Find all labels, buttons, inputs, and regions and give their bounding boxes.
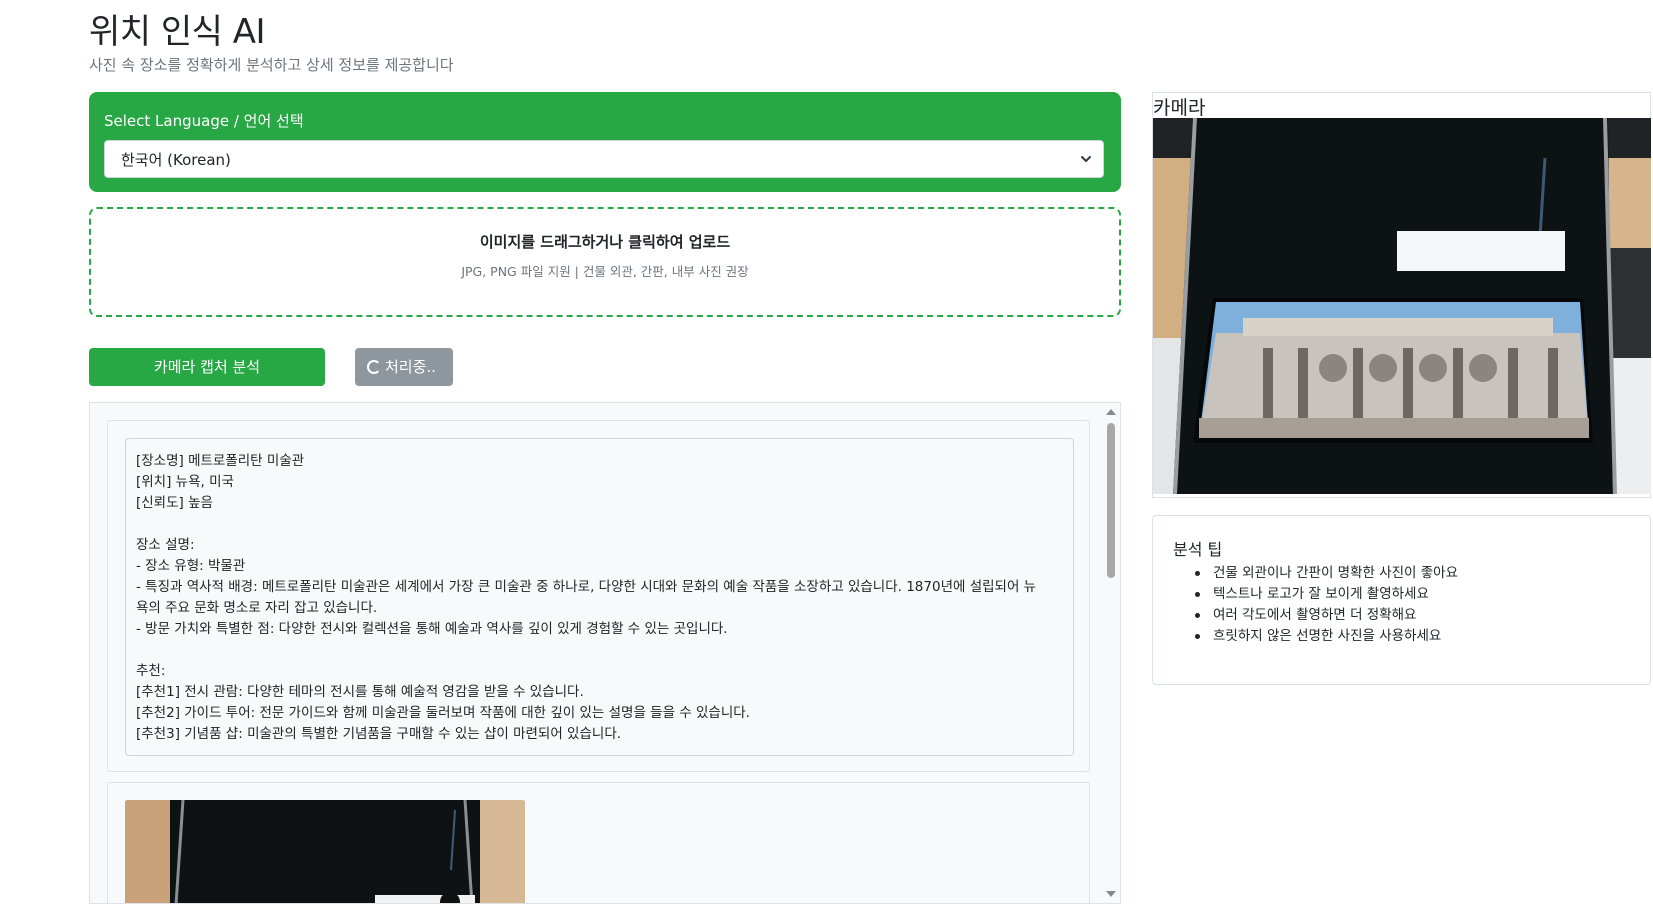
captured-image-card — [107, 782, 1090, 903]
result-gap — [136, 514, 1063, 535]
results-scrollbar[interactable] — [1104, 403, 1118, 903]
result-line: [장소명] 메트로폴리탄 미술관 — [136, 453, 305, 469]
scroll-up-icon[interactable] — [1106, 409, 1116, 415]
camera-capture-button[interactable]: 카메라 캡처 분석 — [89, 348, 325, 386]
scroll-down-icon[interactable] — [1106, 891, 1116, 897]
tips-card: 분석 팁 건물 외관이나 간판이 명확한 사진이 좋아요 텍스트나 로고가 잘 … — [1152, 515, 1651, 685]
language-label: Select Language / 언어 선택 — [104, 112, 304, 130]
tips-list: 건물 외관이나 간판이 명확한 사진이 좋아요 텍스트나 로고가 잘 보이게 촬… — [1193, 563, 1458, 647]
tip-item: 여러 각도에서 촬영하면 더 정확해요 — [1193, 605, 1458, 626]
camera-preview[interactable] — [1153, 118, 1651, 494]
results-panel[interactable]: [장소명] 메트로폴리탄 미술관 [위치] 뉴욕, 미국 [신뢰도] 높음 장소… — [89, 402, 1121, 904]
scroll-thumb[interactable] — [1107, 423, 1115, 578]
result-gap — [136, 640, 1063, 661]
language-select[interactable]: 한국어 (Korean) — [104, 140, 1104, 178]
result-line: 장소 설명: — [136, 537, 195, 553]
page-title: 위치 인식 AI — [89, 12, 266, 52]
tip-item: 건물 외관이나 간판이 명확한 사진이 좋아요 — [1193, 563, 1458, 584]
result-line: - 방문 가치와 특별한 점: 다양한 전시와 컬렉션을 통해 예술과 역사를 … — [136, 621, 728, 637]
result-text: [장소명] 메트로폴리탄 미술관 [위치] 뉴욕, 미국 [신뢰도] 높음 장소… — [125, 438, 1074, 756]
result-line: 욕의 주요 문화 명소로 자리 잡고 있습니다. — [136, 600, 378, 616]
result-line: [신뢰도] 높음 — [136, 495, 213, 511]
result-line: - 특징과 역사적 배경: 메트로폴리탄 미술관은 세계에서 가장 큰 미술관 … — [136, 579, 1037, 595]
page-subtitle: 사진 속 장소를 정확하게 분석하고 상세 정보를 제공합니다 — [89, 56, 454, 74]
processing-label: 처리중.. — [385, 358, 436, 376]
result-line: [추천1] 전시 관람: 다양한 테마의 전시를 통해 예술적 영감을 받을 수… — [136, 684, 584, 700]
tip-item: 흐릿하지 않은 선명한 사진을 사용하세요 — [1193, 626, 1458, 647]
upload-title: 이미지를 드래그하거나 클릭하여 업로드 — [479, 233, 731, 251]
language-card: Select Language / 언어 선택 한국어 (Korean) — [89, 92, 1121, 192]
upload-dropzone[interactable]: 이미지를 드래그하거나 클릭하여 업로드 JPG, PNG 파일 지원 | 건물… — [89, 207, 1121, 317]
result-card: [장소명] 메트로폴리탄 미술관 [위치] 뉴욕, 미국 [신뢰도] 높음 장소… — [107, 420, 1090, 772]
tips-title: 분석 팁 — [1173, 540, 1223, 559]
result-line: - 장소 유형: 박물관 — [136, 558, 246, 574]
camera-title: 카메라 — [1153, 97, 1206, 119]
processing-button[interactable]: 처리중.. — [355, 348, 453, 386]
upload-hint: JPG, PNG 파일 지원 | 건물 외관, 간판, 내부 사진 권장 — [461, 264, 749, 279]
result-line: [위치] 뉴욕, 미국 — [136, 474, 234, 490]
result-line: 추천: — [136, 663, 166, 679]
captured-image — [125, 800, 525, 903]
result-line: [추천2] 가이드 투어: 전문 가이드와 함께 미술관을 둘러보며 작품에 대… — [136, 705, 750, 721]
language-selected-value: 한국어 (Korean) — [121, 151, 231, 169]
spinner-icon — [367, 360, 381, 374]
tip-item: 텍스트나 로고가 잘 보이게 촬영하세요 — [1193, 584, 1458, 605]
camera-card: 카메라 — [1152, 92, 1651, 498]
result-line: [추천3] 기념품 샵: 미술관의 특별한 기념품을 구매할 수 있는 샵이 마… — [136, 726, 622, 742]
chevron-down-icon — [1081, 156, 1091, 162]
